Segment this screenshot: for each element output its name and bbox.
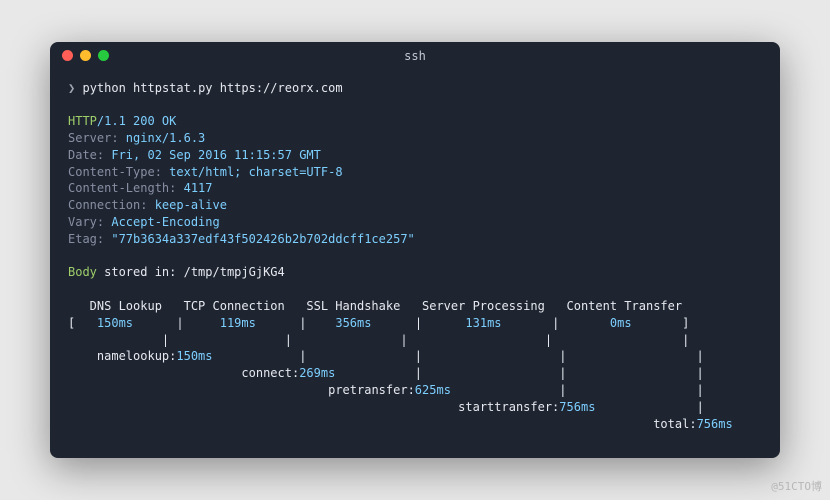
header-key: Server:	[68, 131, 119, 145]
dns-value: 150ms	[97, 316, 133, 330]
ct-value: 0ms	[610, 316, 632, 330]
header-value: "77b3634a337edf43f502426b2b702ddcff1ce25…	[104, 232, 415, 246]
header-key: Connection:	[68, 198, 147, 212]
headers-block: Server: nginx/1.6.3 Date: Fri, 02 Sep 20…	[68, 131, 415, 246]
bars-row: | | | | |	[68, 333, 689, 347]
timing-header: DNS Lookup TCP Connection SSL Handshake …	[68, 299, 682, 313]
header-key: Content-Type:	[68, 165, 162, 179]
namelookup-label: namelookup:	[68, 349, 176, 363]
total-label: total:	[653, 417, 696, 431]
ssl-value: 356ms	[335, 316, 371, 330]
namelookup-value: 150ms	[176, 349, 212, 363]
command-text: python httpstat.py https://reorx.com	[82, 81, 342, 95]
window-title: ssh	[50, 49, 780, 63]
header-key: Date:	[68, 148, 104, 162]
terminal-window: ssh ❯ python httpstat.py https://reorx.c…	[50, 42, 780, 459]
pretransfer-value: 625ms	[415, 383, 451, 397]
connect-label: connect:	[241, 366, 299, 380]
header-value: nginx/1.6.3	[119, 131, 206, 145]
header-value: Fri, 02 Sep 2016 11:15:57 GMT	[104, 148, 321, 162]
status-line: /1.1 200 OK	[97, 114, 176, 128]
starttransfer-value: 756ms	[559, 400, 595, 414]
connect-value: 269ms	[299, 366, 335, 380]
titlebar: ssh	[50, 42, 780, 70]
body-label: Body	[68, 265, 97, 279]
header-key: Etag:	[68, 232, 104, 246]
bracket-open: [	[68, 316, 97, 330]
header-value: 4117	[176, 181, 212, 195]
srv-value: 131ms	[465, 316, 501, 330]
pretransfer-label: pretransfer:	[328, 383, 415, 397]
header-value: Accept-Encoding	[104, 215, 220, 229]
tcp-value: 119ms	[220, 316, 256, 330]
protocol: HTTP	[68, 114, 97, 128]
header-key: Content-Length:	[68, 181, 176, 195]
starttransfer-label: starttransfer:	[458, 400, 559, 414]
body-path: stored in: /tmp/tmpjGjKG4	[97, 265, 285, 279]
prompt-symbol: ❯	[68, 81, 75, 95]
header-value: text/html; charset=UTF-8	[162, 165, 343, 179]
watermark: @51CTO博	[771, 478, 822, 494]
terminal-body[interactable]: ❯ python httpstat.py https://reorx.com H…	[50, 70, 780, 459]
total-value: 756ms	[697, 417, 733, 431]
header-value: keep-alive	[147, 198, 226, 212]
bracket-close: ]	[632, 316, 690, 330]
header-key: Vary:	[68, 215, 104, 229]
